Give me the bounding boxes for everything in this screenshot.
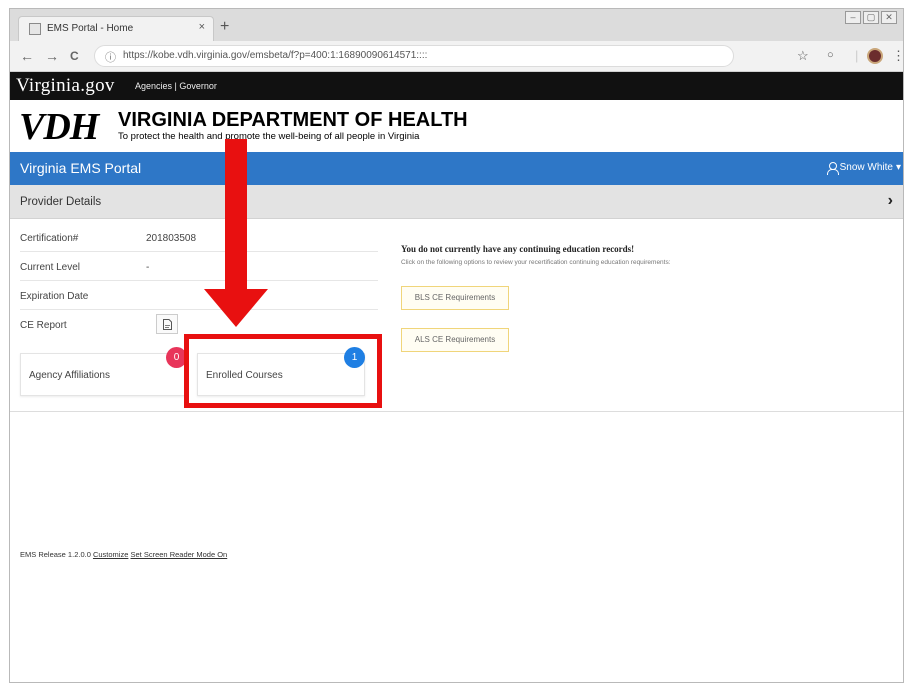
url-text[interactable]: https://kobe.vdh.virginia.gov/emsbeta/f?…	[123, 50, 427, 61]
annotation-arrow-icon	[204, 139, 268, 327]
ce-instructions: Click on the following options to review…	[401, 259, 671, 266]
tab-title: EMS Portal - Home	[47, 23, 134, 34]
detail-label: Expiration Date	[20, 291, 89, 302]
provider-details-header[interactable]: Provider Details ›	[10, 185, 903, 219]
screen-reader-mode-link[interactable]: Set Screen Reader Mode On	[131, 550, 228, 559]
page-favicon-icon	[29, 23, 41, 35]
agency-affiliations-card[interactable]: Agency Affiliations	[20, 353, 185, 396]
forward-button[interactable]: →	[45, 48, 59, 64]
maximize-button[interactable]: ▢	[863, 11, 879, 24]
virginia-gov-bar: Virginia.gov Agencies | Governor	[10, 72, 903, 100]
detail-value: -	[146, 262, 150, 273]
vdh-tagline: To protect the health and promote the we…	[118, 131, 420, 142]
vdh-header: VDH VIRGINIA DEPARTMENT OF HEALTH To pro…	[10, 100, 903, 152]
site-info-icon[interactable]: ⓘ	[105, 49, 116, 65]
user-menu[interactable]: Snow White ▾	[826, 162, 901, 175]
release-version: EMS Release 1.2.0.0	[20, 550, 91, 559]
extension-icon[interactable]: ○	[827, 49, 834, 61]
browser-tab[interactable]: EMS Portal - Home ×	[18, 16, 214, 41]
card-label: Agency Affiliations	[29, 370, 110, 381]
window-controls: – ▢ ✕	[845, 11, 897, 24]
chevron-right-icon[interactable]: ›	[888, 192, 893, 210]
detail-value: 201803508	[146, 233, 197, 244]
gov-links[interactable]: Agencies | Governor	[135, 81, 217, 91]
address-bar[interactable]: ⓘ https://kobe.vdh.virginia.gov/emsbeta/…	[94, 45, 734, 67]
toolbar-divider: |	[855, 48, 859, 63]
reload-button[interactable]: C	[70, 49, 79, 63]
tab-close-icon[interactable]: ×	[199, 21, 205, 33]
portal-title[interactable]: Virginia EMS Portal	[20, 160, 141, 176]
back-button[interactable]: ←	[20, 48, 34, 64]
virginia-gov-logo[interactable]: Virginia.gov	[16, 75, 115, 97]
ce-empty-message: You do not currently have any continuing…	[401, 244, 635, 254]
detail-row-certification: Certification# 201803508	[20, 223, 378, 252]
detail-label: Certification#	[20, 233, 79, 244]
user-name: Snow White	[839, 162, 893, 173]
provider-details-content: Certification# 201803508 Current Level -…	[10, 219, 903, 412]
detail-row-current-level: Current Level -	[20, 252, 378, 281]
browser-window: EMS Portal - Home × + – ▢ ✕ ← → C ⓘ http…	[9, 8, 904, 683]
minimize-button[interactable]: –	[845, 11, 861, 24]
provider-details-title: Provider Details	[20, 196, 102, 208]
ce-report-pdf-button[interactable]	[156, 314, 178, 334]
page-footer: EMS Release 1.2.0.0 Customize Set Screen…	[20, 550, 227, 559]
detail-row-expiration-date: Expiration Date	[20, 281, 378, 310]
vdh-logo: VDH	[19, 106, 99, 148]
annotation-highlight-box	[184, 334, 382, 408]
pdf-file-icon	[163, 319, 172, 330]
caret-down-icon: ▾	[895, 162, 901, 173]
new-tab-button[interactable]: +	[220, 18, 229, 36]
address-toolbar: ← → C ⓘ https://kobe.vdh.virginia.gov/em…	[10, 41, 903, 72]
profile-avatar-icon[interactable]	[867, 48, 883, 64]
browser-menu-icon[interactable]: ⋮	[892, 48, 903, 64]
bookmark-star-icon[interactable]: ☆	[797, 48, 809, 64]
bls-ce-requirements-button[interactable]: BLS CE Requirements	[401, 286, 509, 310]
customize-link[interactable]: Customize	[93, 550, 128, 559]
user-icon	[826, 162, 839, 175]
detail-label: Current Level	[20, 262, 81, 273]
als-ce-requirements-button[interactable]: ALS CE Requirements	[401, 328, 509, 352]
close-window-button[interactable]: ✕	[881, 11, 897, 24]
portal-navbar: Virginia EMS Portal Snow White ▾	[10, 152, 903, 185]
department-name: VIRGINIA DEPARTMENT OF HEALTH	[118, 109, 468, 131]
tab-strip: EMS Portal - Home × + – ▢ ✕	[10, 9, 903, 41]
detail-label: CE Report	[20, 320, 67, 331]
